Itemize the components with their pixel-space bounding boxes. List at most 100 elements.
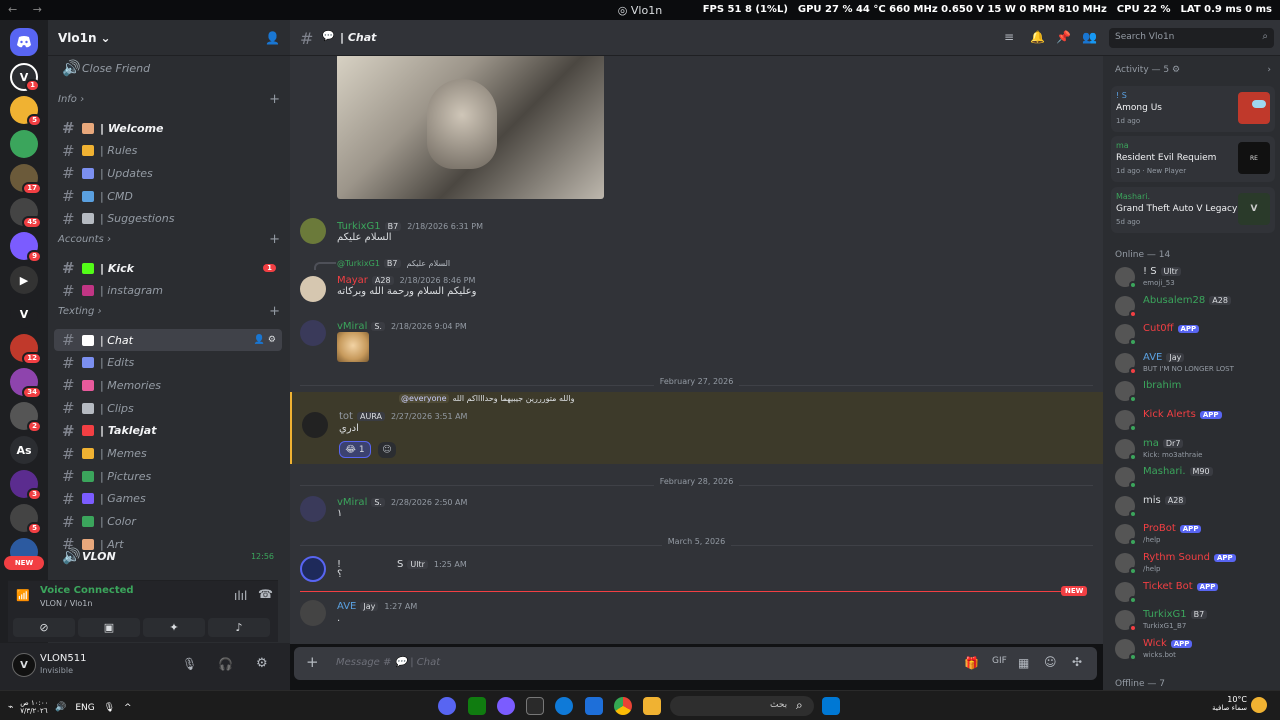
message-author[interactable]: Mayar [337, 275, 368, 286]
avatar[interactable] [300, 556, 326, 582]
server-header[interactable]: Vlo1n ⌄ 👤 [48, 20, 290, 56]
discord-taskbar-icon[interactable] [438, 697, 456, 715]
chrome-icon[interactable] [614, 697, 632, 715]
reaction-pill[interactable]: 😂 1 [339, 441, 371, 458]
server-icon[interactable]: 2 [10, 402, 42, 433]
reply-preview[interactable]: السلام عليكم [407, 259, 451, 268]
avatar[interactable]: V [12, 653, 36, 677]
message-composer[interactable]: + Message # 💬 | Chat 🎁 GIF ▦ ☺ ✣ [294, 647, 1097, 680]
message-list[interactable]: TurkixG1 B7 2/18/2026 6:31 PM السلام عليكم… [290, 56, 1103, 644]
channel-item[interactable]: # | instagram [54, 280, 282, 302]
avatar[interactable] [300, 320, 326, 346]
activity-card[interactable]: ! S Among Us 1d ago [1111, 86, 1275, 132]
channel-item[interactable]: # | Memes [54, 443, 282, 465]
member-item[interactable]: Kick Alerts APP [1111, 407, 1276, 433]
emoji-icon[interactable]: ☺ [1044, 655, 1057, 669]
xbox-icon[interactable] [468, 697, 486, 715]
member-item[interactable]: Ibrahim [1111, 378, 1276, 404]
store-icon[interactable] [526, 697, 544, 715]
members-list-icon[interactable]: 👥 [1082, 30, 1097, 44]
sticker-icon[interactable]: ▦ [1018, 656, 1029, 670]
add-channel-icon[interactable]: + [269, 232, 280, 247]
add-member-icon[interactable]: 👤 [265, 31, 280, 45]
pin-icon[interactable]: 📌 [1056, 30, 1071, 44]
member-item[interactable]: Wick APP wicks.bot [1111, 636, 1276, 662]
activity-header[interactable]: Activity — 5 ⚙ › [1115, 65, 1275, 75]
channel-item[interactable]: # | Games [54, 488, 282, 510]
server-icon[interactable]: As [10, 436, 38, 464]
attach-plus-icon[interactable]: + [306, 653, 319, 671]
add-channel-icon[interactable]: + [269, 304, 280, 319]
server-icon[interactable]: 12 [10, 334, 42, 365]
avatar[interactable] [300, 600, 326, 626]
channel-item[interactable]: # | Updates [54, 162, 282, 184]
server-icon-vlon[interactable]: V1 [10, 63, 40, 92]
member-item[interactable]: ProBot APP/help [1111, 521, 1276, 547]
apps-icon[interactable]: ✣ [1072, 655, 1082, 669]
avatar[interactable] [302, 412, 328, 438]
message-author[interactable]: TurkixG1 [337, 221, 381, 232]
gift-icon[interactable]: 🎁 [964, 656, 979, 670]
voice-location[interactable]: VLON / Vlo1n [40, 599, 92, 608]
channel-item[interactable]: # | Kick 1 [54, 257, 282, 279]
message-author[interactable]: AVE [337, 601, 356, 612]
attached-sticker[interactable] [337, 332, 369, 362]
reply-author[interactable]: @TurkixG1 [337, 259, 380, 268]
message-author[interactable]: vMiral [337, 497, 367, 508]
channel-item[interactable]: # | CMD [54, 185, 282, 207]
activity-card[interactable]: Mashari. Grand Theft Auto V Legacy 5d ag… [1111, 187, 1275, 233]
username[interactable]: VLON511 [40, 653, 87, 664]
server-icon[interactable]: 5 [10, 96, 42, 127]
avatar[interactable] [300, 276, 326, 302]
server-icon[interactable]: 34 [10, 368, 42, 399]
channel-item[interactable]: # | Chat 👤 ⚙ [54, 329, 282, 351]
microphone-icon[interactable]: 🎙 [182, 657, 197, 671]
avatar[interactable] [300, 496, 326, 522]
add-reaction-icon[interactable]: ☺ [378, 442, 396, 458]
message-author[interactable]: vMiral [337, 321, 367, 332]
member-item[interactable]: TurkixG1 B7 TurkixG1_B7 [1111, 607, 1276, 633]
member-item[interactable]: Mashari. M90 [1111, 464, 1276, 490]
member-item[interactable]: Ticket Bot APP [1111, 579, 1276, 605]
server-icon[interactable]: 17 [10, 164, 42, 195]
clock[interactable]: ١٠:٠٠ ص ٧/٣/٢٠٢٦ [20, 699, 48, 715]
server-icon[interactable] [10, 130, 38, 158]
server-icon[interactable]: 3 [10, 470, 42, 501]
channel-item[interactable]: # | Edits [54, 352, 282, 374]
category-texting[interactable]: Texting › + [58, 304, 280, 319]
category-accounts[interactable]: Accounts › + [58, 232, 280, 247]
search-box[interactable]: Search Vlo1n ⌕ [1109, 28, 1274, 48]
member-item[interactable]: Abusalem28 A28 [1111, 293, 1276, 319]
soundboard-button[interactable]: ♪ [208, 618, 270, 637]
message-mention-highlight[interactable]: @everyone والله متورررين جيبيهما وحدااااك… [290, 392, 1103, 464]
gif-icon[interactable]: GIF [992, 656, 1007, 666]
member-item[interactable]: Cut0ff APP [1111, 321, 1276, 347]
member-item[interactable]: AVE Jay BUT I'M NO LONGER LOST [1111, 350, 1276, 376]
channel-item[interactable]: # | Clips [54, 397, 282, 419]
microphone-tray-icon[interactable]: 🎙 [104, 703, 115, 713]
channel-item[interactable]: # | Suggestions [54, 208, 282, 230]
volume-icon[interactable]: 🔊 [55, 703, 66, 713]
channel-item[interactable]: # | Taklejat [54, 420, 282, 442]
edge-icon[interactable] [555, 697, 573, 715]
member-item[interactable]: ! S Ultr emoji_53 [1111, 264, 1276, 290]
avatar[interactable] [300, 218, 326, 244]
category-info[interactable]: Info › + [58, 92, 280, 107]
add-channel-icon[interactable]: + [269, 92, 280, 107]
activity-card[interactable]: ma Resident Evil Requiem 1d ago · New Pl… [1111, 136, 1275, 182]
member-item[interactable]: ma Dr7 Kick: mo3athraie [1111, 436, 1276, 462]
noise-suppression-icon[interactable]: ılıl [234, 589, 247, 603]
mail-icon[interactable] [585, 697, 603, 715]
show-hidden-icons[interactable]: ^ [124, 703, 132, 713]
server-icon[interactable]: 45 [10, 198, 42, 229]
app-taskbar-icon[interactable] [497, 697, 515, 715]
discord-home-icon[interactable] [10, 28, 38, 56]
threads-icon[interactable]: ≡ [1004, 30, 1014, 44]
language-indicator[interactable]: ENG [75, 703, 94, 713]
voice-channel-vlon[interactable]: 🔊 VLON 12:56 [54, 545, 282, 567]
headphones-icon[interactable]: 🎧 [218, 657, 233, 671]
member-item[interactable]: mis A28 [1111, 493, 1276, 519]
channel-item[interactable]: # | Rules [54, 140, 282, 162]
channel-item[interactable]: # | Pictures [54, 465, 282, 487]
weather-widget[interactable]: 10°C سماء صافية [1205, 695, 1247, 712]
